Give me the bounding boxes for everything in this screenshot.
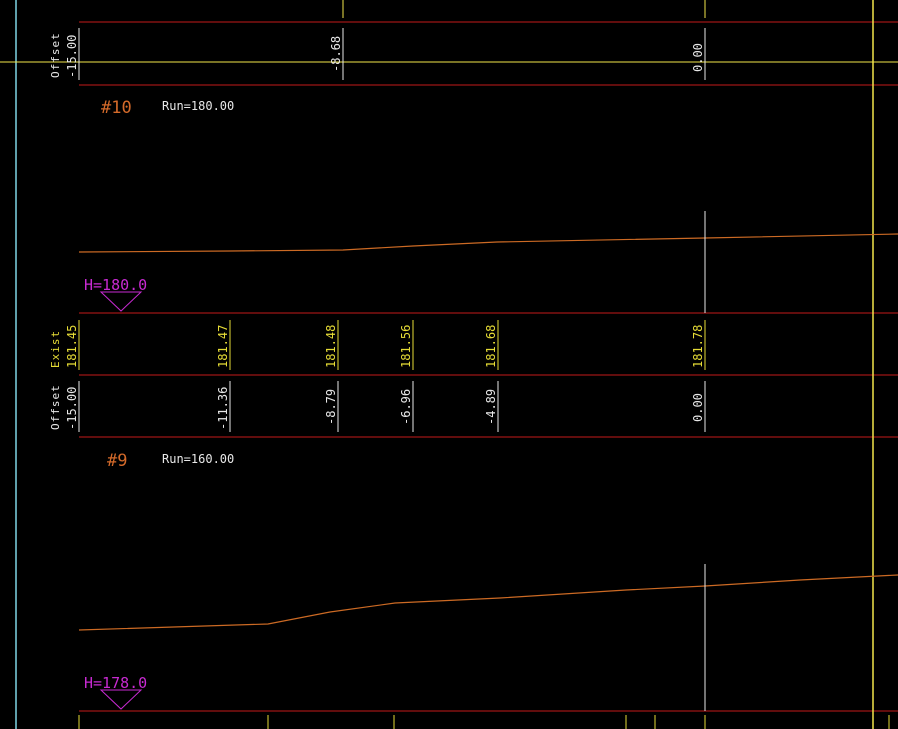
top-offset-value: -15.00: [65, 35, 79, 78]
exist-value: 181.78: [691, 325, 705, 368]
section-10-title: #10: [101, 98, 132, 118]
section-10-datum-triangle-icon: [99, 291, 143, 312]
section-9-datum-triangle-icon: [99, 689, 143, 710]
offset-row-label: Offset: [49, 384, 62, 430]
exist-value: 181.48: [324, 325, 338, 368]
exist-value: 181.68: [484, 325, 498, 368]
section-9-title: #9: [107, 451, 127, 471]
offset-value: 0.00: [691, 393, 705, 422]
bottom-band-ticks: [78, 715, 890, 729]
section-10-ground-profile[interactable]: [78, 233, 898, 253]
offset-value: -15.00: [65, 387, 79, 430]
offset-value: -8.79: [324, 389, 338, 425]
section-9-ground-profile[interactable]: [78, 574, 898, 631]
section-9-run: Run=160.00: [162, 452, 234, 466]
exist-row-label: Exist: [49, 330, 62, 368]
cad-drawing-canvas[interactable]: Offset -15.00 -8.68 0.00 #10 Run=180.00 …: [0, 0, 898, 729]
top-offset-row-label: Offset: [49, 32, 62, 78]
exist-ticks: [78, 320, 706, 370]
section-10-run: Run=180.00: [162, 99, 234, 113]
offset-value: -4.89: [484, 389, 498, 425]
exist-value: 181.56: [399, 325, 413, 368]
section-10-datum: H=180.0: [84, 276, 147, 294]
section-9-datum: H=178.0: [84, 674, 147, 692]
top-offset-value: -8.68: [329, 36, 343, 72]
top-offset-ticks: [78, 28, 706, 80]
offset-ticks: [78, 381, 706, 432]
top-offset-value: 0.00: [691, 43, 705, 72]
exist-value: 181.45: [65, 325, 79, 368]
offset-value: -6.96: [399, 389, 413, 425]
exist-value: 181.47: [216, 325, 230, 368]
offset-value: -11.36: [216, 387, 230, 430]
